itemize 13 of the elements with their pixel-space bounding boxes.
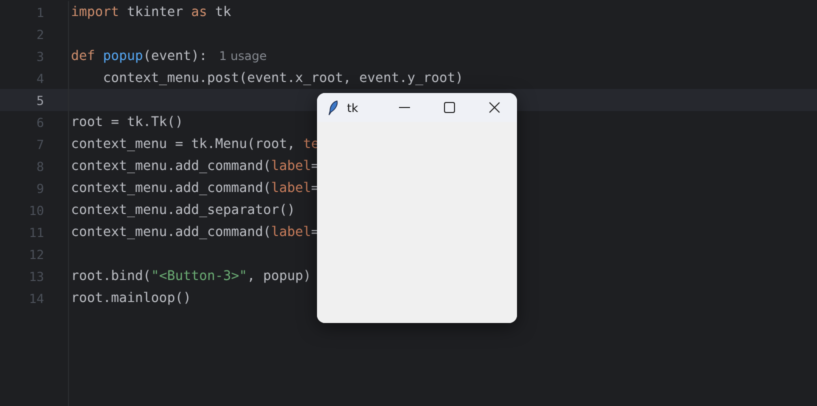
code-line: root = tk.Tk() [70, 114, 184, 130]
usage-hint[interactable]: 1 usage [219, 49, 267, 63]
feather-icon [327, 100, 339, 116]
code-line: root.bind("<Button-3>", popup) [70, 268, 312, 284]
line-number: 5 [35, 92, 44, 108]
code-line: context_menu.add_separator() [70, 202, 296, 218]
close-icon [489, 102, 500, 113]
code-line: def popup(event): [70, 48, 208, 64]
maximize-icon [444, 102, 455, 113]
window-title: tk [347, 100, 360, 114]
code-line: import tkinter as tk [70, 4, 232, 20]
code-line: root.mainloop() [70, 290, 192, 306]
code-line: context_menu.post(event.x_root, event.y_root) [102, 70, 464, 86]
